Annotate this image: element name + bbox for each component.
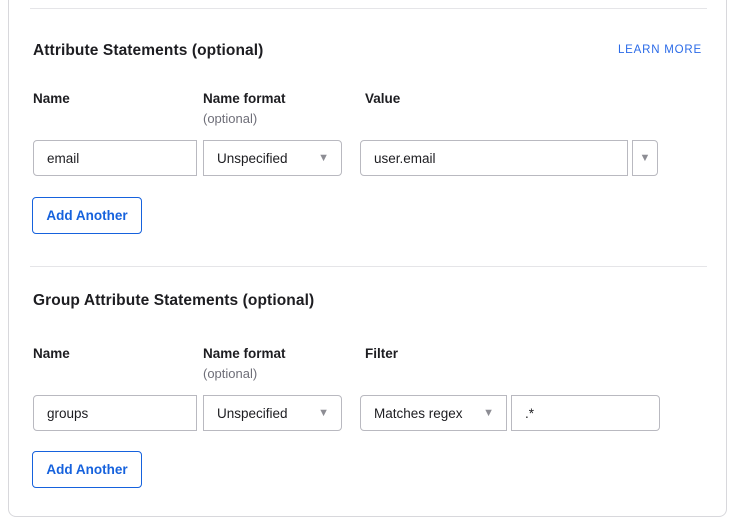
group-attribute-name-format-selected-value: Unspecified (217, 406, 288, 421)
column-header-value: Value (365, 91, 400, 106)
group-attribute-name-input[interactable] (33, 395, 197, 431)
chevron-down-icon: ▼ (318, 408, 329, 419)
attribute-value-input[interactable] (360, 140, 628, 176)
chevron-down-icon: ▼ (483, 408, 494, 419)
chevron-down-icon: ▼ (640, 153, 651, 164)
add-another-attribute-button[interactable]: Add Another (32, 197, 142, 234)
saml-settings-page: Attribute Statements (optional) LEARN MO… (0, 0, 737, 530)
attribute-name-format-select[interactable]: Unspecified ▼ (203, 140, 342, 176)
column-header-name-format: Name format (203, 346, 286, 361)
group-attribute-name-format-select[interactable]: Unspecified ▼ (203, 395, 342, 431)
column-header-name: Name (33, 346, 70, 361)
group-filter-type-select[interactable]: Matches regex ▼ (360, 395, 507, 431)
column-header-name: Name (33, 91, 70, 106)
group-filter-value-input[interactable] (511, 395, 660, 431)
section-divider-top (30, 8, 707, 9)
learn-more-link[interactable]: LEARN MORE (618, 44, 702, 56)
group-attribute-statements-title: Group Attribute Statements (optional) (33, 292, 314, 310)
attribute-statements-title: Attribute Statements (optional) (33, 42, 263, 60)
settings-card (8, 0, 727, 517)
attribute-name-format-selected-value: Unspecified (217, 151, 288, 166)
name-format-optional-hint: (optional) (203, 111, 257, 126)
add-another-group-attribute-button[interactable]: Add Another (32, 451, 142, 488)
group-filter-type-selected-value: Matches regex (374, 406, 463, 421)
name-format-optional-hint: (optional) (203, 366, 257, 381)
chevron-down-icon: ▼ (318, 153, 329, 164)
column-header-name-format: Name format (203, 91, 286, 106)
section-divider-middle (30, 266, 707, 267)
attribute-name-input[interactable] (33, 140, 197, 176)
attribute-value-dropdown-button[interactable]: ▼ (632, 140, 658, 176)
column-header-filter: Filter (365, 346, 398, 361)
